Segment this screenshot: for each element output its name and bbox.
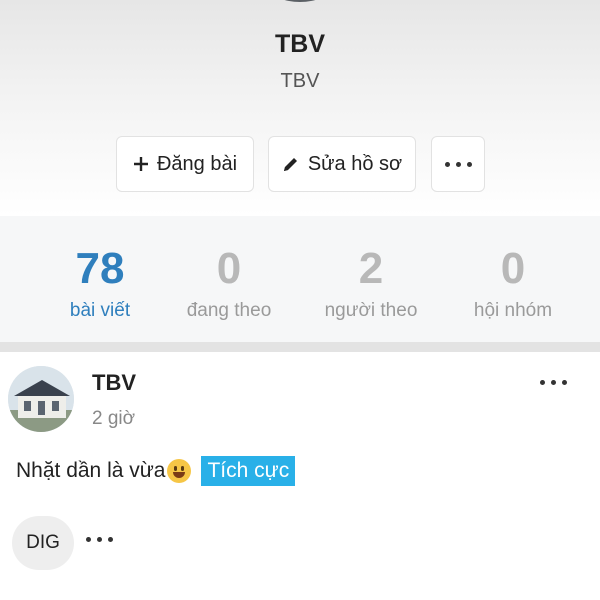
- profile-stats: 78 bài viết 0 đang theo 2 người theo 0 h…: [0, 216, 600, 342]
- stat-label: bài viết: [69, 300, 131, 321]
- more-dots-icon: [444, 161, 472, 167]
- profile-name: TBV: [275, 30, 325, 58]
- profile-header: TBV TBV Đăng bài Sửa hồ sơ: [0, 0, 600, 216]
- stat-groups[interactable]: 0 hội nhóm: [438, 216, 588, 322]
- more-dots-icon: [540, 380, 580, 385]
- post-more-button[interactable]: [540, 380, 580, 390]
- house-image: [8, 366, 74, 432]
- stat-label: người theo: [324, 300, 418, 321]
- stat-value: 78: [75, 244, 125, 293]
- stat-posts[interactable]: 78 bài viết: [25, 216, 175, 322]
- post-content: Nhặt dần là vừa Tích cực: [16, 456, 296, 486]
- create-post-button[interactable]: Đăng bài: [116, 136, 254, 192]
- post-author-name[interactable]: TBV: [92, 370, 136, 396]
- more-dots-icon: [86, 537, 113, 542]
- plus-icon: [133, 156, 149, 172]
- create-post-label: Đăng bài: [156, 152, 238, 175]
- stat-label: hội nhóm: [473, 300, 553, 321]
- post-author-avatar[interactable]: [8, 366, 74, 432]
- post-timestamp: 2 giờ: [92, 408, 136, 429]
- grinning-emoji-icon: [167, 459, 192, 483]
- stat-followers[interactable]: 2 người theo: [296, 216, 446, 322]
- more-options-button[interactable]: [431, 136, 485, 192]
- sentiment-tag[interactable]: Tích cực: [201, 456, 296, 486]
- profile-username: TBV: [280, 70, 320, 92]
- post-text: Nhặt dần là vừa: [16, 459, 166, 482]
- section-divider: [0, 342, 600, 352]
- pencil-icon: [282, 155, 300, 173]
- stat-following[interactable]: 0 đang theo: [154, 216, 304, 322]
- stat-value: 2: [358, 244, 384, 293]
- stat-value: 0: [500, 244, 526, 293]
- edit-profile-button[interactable]: Sửa hồ sơ: [268, 136, 416, 192]
- stat-value: 0: [216, 244, 242, 293]
- stat-label: đang theo: [186, 300, 272, 321]
- edit-profile-label: Sửa hồ sơ: [307, 152, 403, 175]
- post-actions-more-button[interactable]: [86, 537, 113, 547]
- dig-button[interactable]: DIG: [12, 516, 74, 570]
- profile-avatar[interactable]: [240, 0, 360, 2]
